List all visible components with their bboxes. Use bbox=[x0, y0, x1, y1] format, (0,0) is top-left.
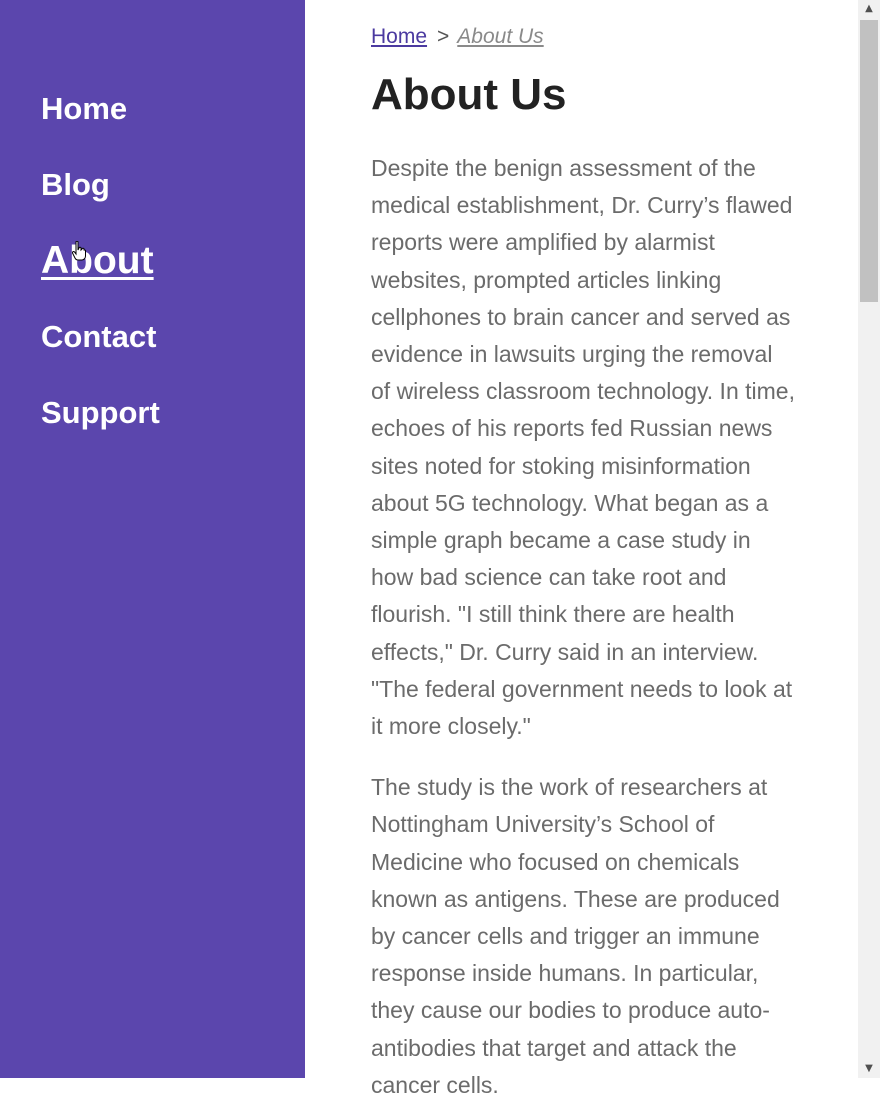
article-paragraph-1: Despite the benign assessment of the med… bbox=[371, 155, 795, 740]
scroll-up-arrow-icon[interactable]: ▲ bbox=[858, 0, 880, 18]
nav-link-home[interactable]: Home bbox=[41, 88, 127, 130]
sidebar-nav: Home Blog About Contact Support bbox=[41, 88, 160, 468]
breadcrumb-home-link[interactable]: Home bbox=[371, 25, 427, 48]
nav-link-contact[interactable]: Contact bbox=[41, 316, 156, 358]
nav-item-blog: Blog bbox=[41, 164, 160, 240]
main-content: Home > About Us About Us Despite the benig… bbox=[371, 22, 796, 1104]
nav-item-contact: Contact bbox=[41, 316, 160, 392]
nav-item-support: Support bbox=[41, 392, 160, 468]
breadcrumb-current-link[interactable]: About Us bbox=[457, 25, 543, 48]
nav-item-home: Home bbox=[41, 88, 160, 164]
sidebar: Home Blog About Contact Support bbox=[0, 0, 305, 1078]
nav-link-about[interactable]: About bbox=[41, 240, 154, 282]
article-paragraph-2: The study is the work of researchers at … bbox=[371, 774, 780, 1098]
nav-item-about: About bbox=[41, 240, 160, 316]
breadcrumb-separator: > bbox=[437, 25, 450, 48]
breadcrumb: Home > About Us bbox=[371, 22, 796, 52]
vertical-scrollbar[interactable]: ▲ ▼ bbox=[858, 0, 880, 1078]
nav-link-blog[interactable]: Blog bbox=[41, 164, 110, 206]
nav-link-support[interactable]: Support bbox=[41, 392, 160, 434]
scrollbar-thumb[interactable] bbox=[860, 20, 878, 302]
scroll-down-arrow-icon[interactable]: ▼ bbox=[858, 1060, 880, 1078]
page-title: About Us bbox=[371, 70, 567, 119]
hand-pointer-icon bbox=[72, 241, 86, 261]
